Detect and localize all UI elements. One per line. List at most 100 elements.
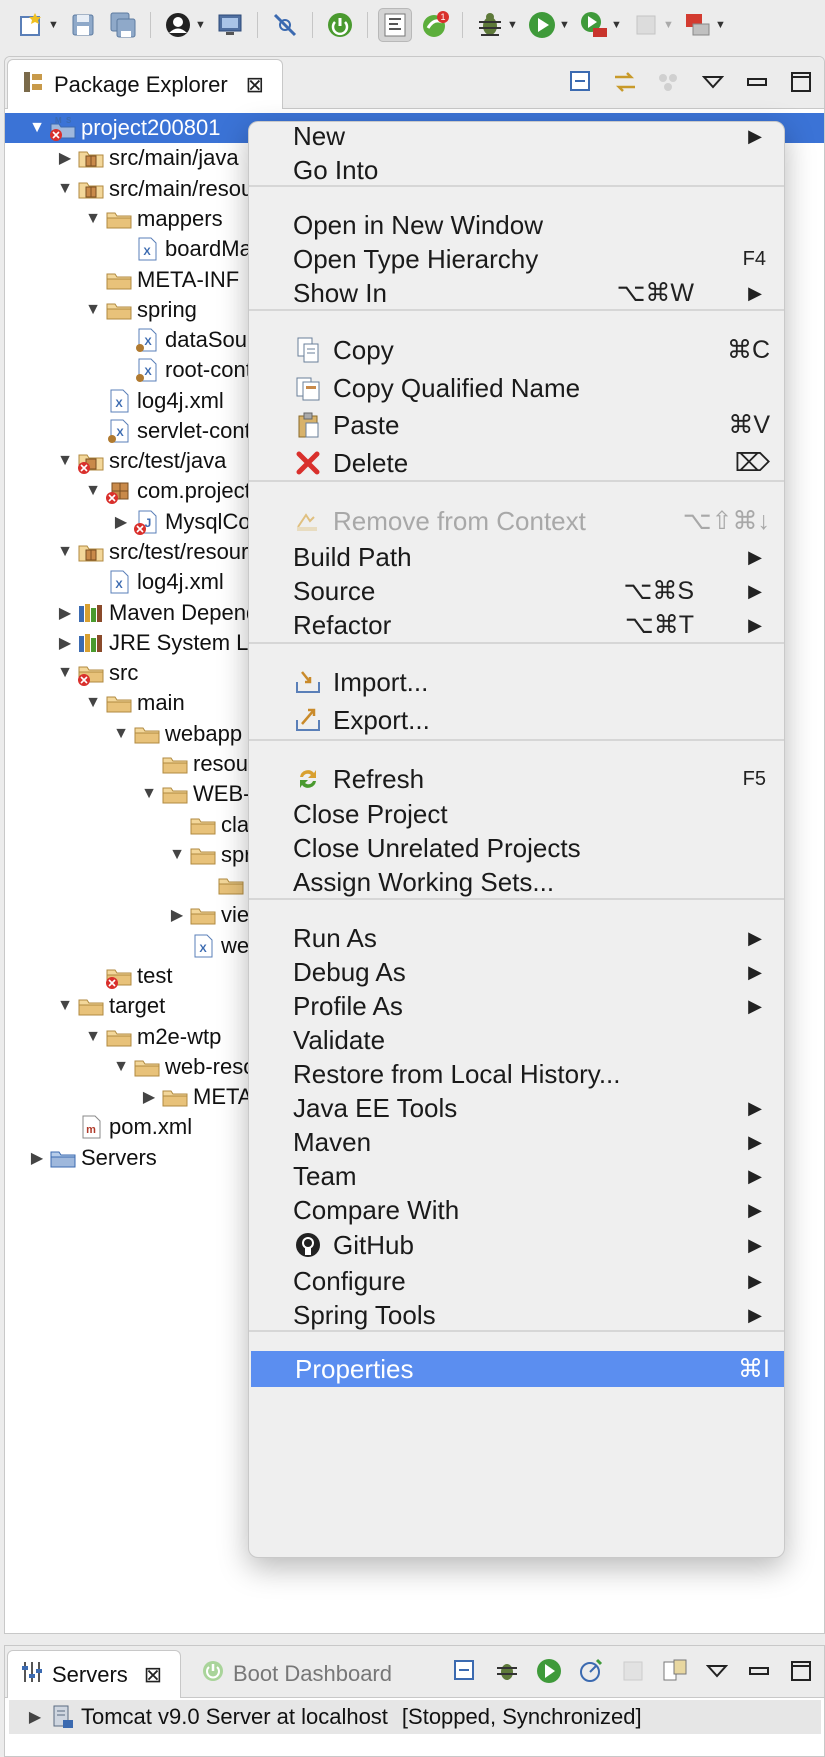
collapse-arrow-icon[interactable]: ▼ [25, 119, 49, 137]
collapse-arrow-icon[interactable]: ▼ [109, 725, 133, 743]
menu-item-maven[interactable]: Maven ▶ [249, 1124, 784, 1160]
tab-servers[interactable]: Servers ⊠ [7, 1650, 181, 1698]
minimize-icon[interactable] [742, 67, 772, 97]
maximize-icon[interactable] [786, 1656, 816, 1686]
view-menu-icon[interactable] [702, 1656, 732, 1686]
collapse-all-icon[interactable] [566, 67, 596, 97]
menu-item-assign-working-sets[interactable]: Assign Working Sets... [249, 864, 784, 900]
new-dropdown-icon[interactable]: ▼ [48, 19, 60, 31]
collapse-arrow-icon[interactable]: ▼ [53, 543, 77, 561]
collapse-arrow-icon[interactable]: ▼ [81, 210, 105, 228]
menu-item-go-into[interactable]: Go Into [249, 152, 784, 188]
close-icon[interactable]: ⊠ [246, 72, 264, 98]
collapse-arrow-icon[interactable]: ▼ [53, 452, 77, 470]
menu-item-close-project[interactable]: Close Project [249, 796, 784, 832]
menu-item-paste[interactable]: Paste ⌘V [249, 407, 784, 443]
collapse-arrow-icon[interactable]: ▼ [53, 180, 77, 198]
close-icon[interactable]: ⊠ [144, 1662, 162, 1688]
stop-server-icon[interactable] [618, 1656, 648, 1686]
menu-item-debug-as[interactable]: Debug As ▶ [249, 954, 784, 990]
menu-item-remove-from-context[interactable]: Remove from Context ⌥⇧⌘↓ [249, 503, 784, 539]
menu-separator [249, 739, 784, 741]
stop-dropdown-icon[interactable]: ▼ [663, 19, 675, 31]
expand-arrow-icon[interactable]: ▶ [25, 1148, 49, 1168]
collapse-arrow-icon[interactable]: ▼ [165, 846, 189, 864]
collapse-arrow-icon[interactable]: ▼ [81, 482, 105, 500]
profile-dropdown-icon[interactable]: ▼ [195, 19, 207, 31]
run-server-dropdown-icon[interactable]: ▼ [611, 19, 623, 31]
focus-task-icon[interactable] [654, 67, 684, 97]
expand-arrow-icon[interactable]: ▶ [53, 148, 77, 168]
tab-package-explorer[interactable]: Package Explorer ⊠ [7, 59, 283, 109]
expand-arrow-icon[interactable]: ▶ [165, 905, 189, 925]
expand-arrow-icon[interactable]: ▶ [53, 633, 77, 653]
new-wizard-icon[interactable] [14, 8, 48, 42]
view-menu-icon[interactable] [698, 67, 728, 97]
menu-item-spring-tools[interactable]: Spring Tools ▶ [249, 1297, 784, 1333]
collapse-arrow-icon[interactable]: ▼ [137, 785, 161, 803]
menu-item-open-in-new-window[interactable]: Open in New Window [249, 207, 784, 243]
no-debug-icon[interactable] [268, 8, 302, 42]
menu-item-delete[interactable]: Delete ⌦ [249, 445, 784, 481]
java-file-error-icon: J [133, 509, 161, 535]
run-icon[interactable] [525, 8, 559, 42]
expand-arrow-icon[interactable]: ▶ [53, 603, 77, 623]
collapse-arrow-icon[interactable]: ▼ [81, 694, 105, 712]
menu-item-compare-with[interactable]: Compare With ▶ [249, 1192, 784, 1228]
terminate-icon[interactable] [681, 8, 715, 42]
menu-item-copy-qualified-name[interactable]: Copy Qualified Name [249, 370, 784, 406]
link-with-editor-icon[interactable] [610, 67, 640, 97]
screen-icon[interactable] [213, 8, 247, 42]
publish-icon[interactable] [660, 1656, 690, 1686]
spring-green-icon[interactable] [323, 8, 357, 42]
tab-boot-dashboard[interactable]: Boot Dashboard [189, 1650, 404, 1698]
menu-item-properties[interactable]: Properties ⌘I [251, 1351, 784, 1387]
menu-item-github[interactable]: GitHub ▶ [249, 1227, 784, 1263]
toggle-breadcrumb-icon[interactable] [378, 8, 412, 42]
run-server-icon[interactable] [577, 8, 611, 42]
collapse-arrow-icon[interactable]: ▼ [109, 1058, 133, 1076]
menu-item-source[interactable]: Source ⌥⌘S ▶ [249, 573, 784, 609]
menu-item-open-type-hierarchy[interactable]: Open Type Hierarchy F4 [249, 241, 784, 277]
menu-item-validate[interactable]: Validate [249, 1022, 784, 1058]
expand-arrow-icon[interactable]: ▶ [23, 1707, 47, 1727]
menu-item-profile-as[interactable]: Profile As ▶ [249, 988, 784, 1024]
menu-item-restore-from-local-history[interactable]: Restore from Local History... [249, 1056, 784, 1092]
start-server-icon[interactable] [534, 1656, 564, 1686]
stop-icon[interactable] [629, 8, 663, 42]
menu-item-import[interactable]: Import... [249, 664, 784, 700]
menu-item-java-ee-tools[interactable]: Java EE Tools ▶ [249, 1090, 784, 1126]
save-icon[interactable] [66, 8, 100, 42]
menu-item-team[interactable]: Team ▶ [249, 1158, 784, 1194]
menu-item-refactor[interactable]: Refactor ⌥⌘T ▶ [249, 607, 784, 643]
menu-item-run-as[interactable]: Run As ▶ [249, 920, 784, 956]
run-dropdown-icon[interactable]: ▼ [559, 19, 571, 31]
menu-item-export[interactable]: Export... [249, 702, 784, 738]
spring-update-icon[interactable]: 1 [418, 8, 452, 42]
expand-arrow-icon[interactable]: ▶ [109, 512, 133, 532]
menu-item-copy[interactable]: Copy ⌘C [249, 332, 784, 368]
debug-bug-icon[interactable] [473, 8, 507, 42]
collapse-arrow-icon[interactable]: ▼ [81, 301, 105, 319]
menu-item-show-in[interactable]: Show In ⌥⌘W ▶ [249, 275, 784, 311]
collapse-arrow-icon[interactable]: ▼ [81, 1028, 105, 1046]
profile-server-icon[interactable] [576, 1656, 606, 1686]
menu-item-build-path[interactable]: Build Path ▶ [249, 539, 784, 575]
maximize-icon[interactable] [786, 67, 816, 97]
menu-item-new[interactable]: New ▶ [249, 118, 784, 154]
expand-arrow-icon[interactable]: ▶ [137, 1087, 161, 1107]
menu-item-refresh[interactable]: Refresh F5 [249, 761, 784, 797]
debug-dropdown-icon[interactable]: ▼ [507, 19, 519, 31]
profile-icon[interactable] [161, 8, 195, 42]
menu-item-close-unrelated-projects[interactable]: Close Unrelated Projects [249, 830, 784, 866]
folder-icon [133, 721, 161, 747]
minimize-icon[interactable] [744, 1656, 774, 1686]
collapse-all-icon[interactable] [450, 1656, 480, 1686]
save-all-icon[interactable] [106, 8, 140, 42]
server-row[interactable]: ▶ Tomcat v9.0 Server at localhost [Stopp… [9, 1700, 821, 1734]
collapse-arrow-icon[interactable]: ▼ [53, 997, 77, 1015]
collapse-arrow-icon[interactable]: ▼ [53, 664, 77, 682]
menu-item-configure[interactable]: Configure ▶ [249, 1263, 784, 1299]
debug-server-icon[interactable] [492, 1656, 522, 1686]
terminate-dropdown-icon[interactable]: ▼ [715, 19, 727, 31]
